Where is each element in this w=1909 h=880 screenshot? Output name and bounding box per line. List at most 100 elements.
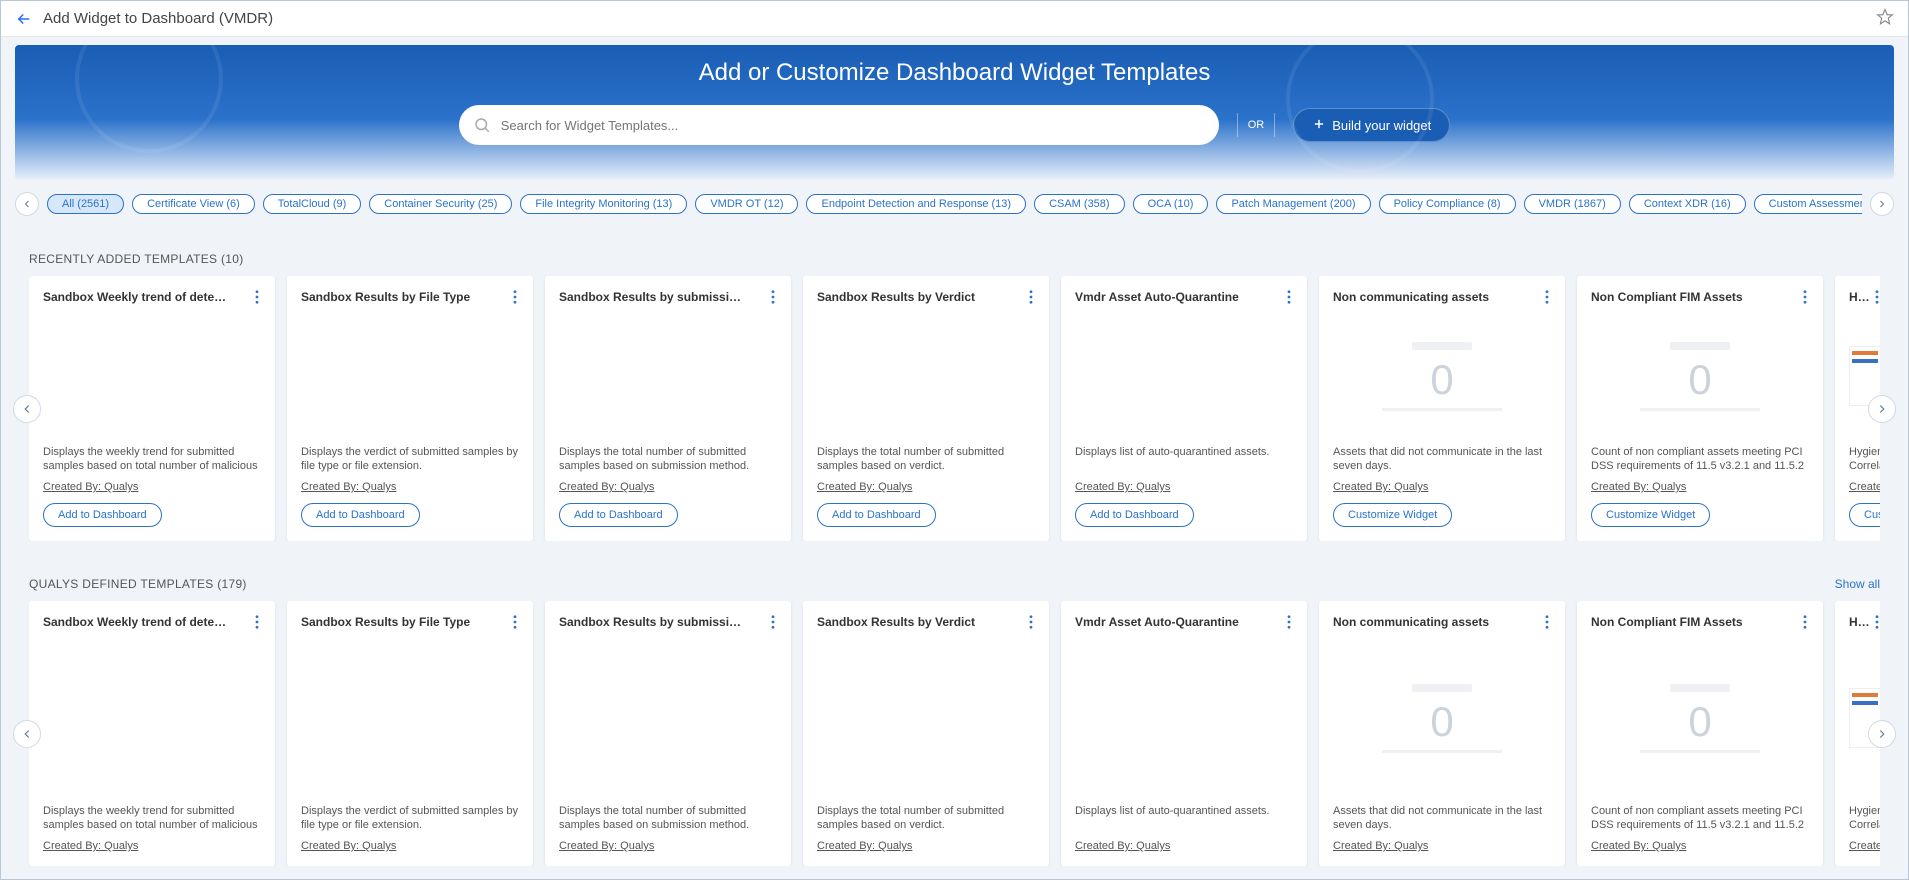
category-pill[interactable]: Policy Compliance (8) <box>1379 194 1516 214</box>
zero-preview: 0 <box>1382 684 1502 753</box>
carousel-next-button[interactable] <box>1868 395 1896 423</box>
more-icon[interactable] <box>1801 615 1809 632</box>
card-preview: 0 <box>1333 632 1551 804</box>
card-title: Sandbox Results by File Type <box>301 290 470 304</box>
template-card: Non Compliant FIM Assets0Count of non co… <box>1577 276 1823 541</box>
back-arrow-icon[interactable] <box>15 10 33 28</box>
card-created-by: Created By: Qualys <box>559 481 777 493</box>
template-card: Sandbox Results by Verdict Displays the t… <box>803 276 1049 541</box>
card-preview <box>1075 307 1293 445</box>
search-icon <box>473 116 491 137</box>
show-all-link[interactable]: Show all <box>1835 577 1880 591</box>
category-pill[interactable]: VMDR OT (12) <box>695 194 798 214</box>
card-preview <box>43 632 261 804</box>
more-icon[interactable] <box>1873 615 1880 632</box>
category-pill[interactable]: OCA (10) <box>1133 194 1209 214</box>
card-created-by: Created By: Qualys <box>43 481 261 493</box>
more-icon[interactable] <box>511 615 519 632</box>
more-icon[interactable] <box>1543 290 1551 307</box>
category-list: All (2561) Certificate View (6) TotalCloud… <box>47 194 1862 214</box>
carousel-next-button[interactable] <box>1868 720 1896 748</box>
section-title-recent: RECENTLY ADDED TEMPLATES (10) <box>29 252 244 266</box>
category-pill[interactable]: VMDR (1867) <box>1524 194 1621 214</box>
card-action-button[interactable]: Customize Widget <box>1591 503 1710 527</box>
build-widget-button[interactable]: Build your widget <box>1293 108 1450 142</box>
category-pill[interactable]: Context XDR (16) <box>1629 194 1746 214</box>
zero-preview: 0 <box>1640 342 1760 411</box>
card-created-by: Created By: Qualys <box>43 840 261 852</box>
card-preview <box>43 307 261 445</box>
card-description: Hygien Correla <box>1849 804 1880 832</box>
card-created-by: Created By: Qualys <box>1591 840 1809 852</box>
search-wrap <box>459 105 1219 145</box>
template-card: Sandbox Results by submissi…Displays the… <box>545 601 791 866</box>
top-bar: Add Widget to Dashboard (VMDR) <box>1 1 1908 37</box>
more-icon[interactable] <box>1027 615 1035 632</box>
card-preview <box>817 307 1035 445</box>
category-pill[interactable]: Patch Management (200) <box>1216 194 1370 214</box>
category-pill[interactable]: Custom Assessment and Remediation (7) <box>1754 194 1862 214</box>
recent-carousel: Sandbox Weekly trend of dete…Displays th… <box>29 276 1880 541</box>
category-pill[interactable]: Container Security (25) <box>369 194 512 214</box>
category-pill[interactable]: Endpoint Detection and Response (13) <box>806 194 1026 214</box>
card-action-button[interactable]: Customize Widget <box>1333 503 1452 527</box>
carousel-prev-button[interactable] <box>13 720 41 748</box>
banner-title: Add or Customize Dashboard Widget Templa… <box>699 59 1211 87</box>
carousel-prev-button[interactable] <box>13 395 41 423</box>
template-card: Sandbox Results by File TypeDisplays the… <box>287 601 533 866</box>
card-preview <box>301 632 519 804</box>
card-created-by: Createc <box>1849 481 1880 493</box>
card-action-button[interactable]: Add to Dashboard <box>817 503 936 527</box>
category-pill[interactable]: Certificate View (6) <box>132 194 255 214</box>
more-icon[interactable] <box>511 290 519 307</box>
card-created-by: Created By: Qualys <box>817 481 1035 493</box>
page-title: Add Widget to Dashboard (VMDR) <box>43 10 273 27</box>
card-title: Non Compliant FIM Assets <box>1591 290 1743 304</box>
card-title: Sandbox Results by submissi… <box>559 290 741 304</box>
category-scroll-right-button[interactable] <box>1870 192 1894 216</box>
card-description: Displays the total number of submitted s… <box>817 445 1035 473</box>
card-title: Sandbox Results by submissi… <box>559 615 741 629</box>
category-pill[interactable]: File Integrity Monitoring (13) <box>520 194 687 214</box>
more-icon[interactable] <box>1027 290 1035 307</box>
card-description: Assets that did not communicate in the l… <box>1333 445 1551 473</box>
card-description: Displays the verdict of submitted sample… <box>301 804 519 832</box>
card-description: Displays list of auto-quarantined assets… <box>1075 804 1293 832</box>
more-icon[interactable] <box>253 615 261 632</box>
more-icon[interactable] <box>253 290 261 307</box>
more-icon[interactable] <box>769 290 777 307</box>
card-title: Sandbox Results by Verdict <box>817 290 975 304</box>
favorite-star-icon[interactable] <box>1876 8 1894 29</box>
more-icon[interactable] <box>1801 290 1809 307</box>
search-input[interactable] <box>459 105 1219 145</box>
card-action-button[interactable]: Add to Dashboard <box>559 503 678 527</box>
card-title: Hygie <box>1849 290 1873 304</box>
template-card: Sandbox Weekly trend of dete…Displays th… <box>29 276 275 541</box>
card-created-by: Created By: Qualys <box>301 481 519 493</box>
category-scroll-left-button[interactable] <box>15 192 39 216</box>
card-description: Displays the weekly trend for submitted … <box>43 804 261 832</box>
card-created-by: Created By: Qualys <box>301 840 519 852</box>
card-preview: 0 <box>1591 632 1809 804</box>
card-action-button[interactable]: Cust <box>1849 503 1880 527</box>
card-description: Displays the verdict of submitted sample… <box>301 445 519 473</box>
more-icon[interactable] <box>1543 615 1551 632</box>
more-icon[interactable] <box>769 615 777 632</box>
more-icon[interactable] <box>1873 290 1880 307</box>
template-card: Sandbox Weekly trend of dete…Displays th… <box>29 601 275 866</box>
card-action-button[interactable]: Add to Dashboard <box>43 503 162 527</box>
section-recent: RECENTLY ADDED TEMPLATES (10) Sandbox We… <box>29 252 1880 541</box>
template-card: Non Compliant FIM Assets0Count of non co… <box>1577 601 1823 866</box>
more-icon[interactable] <box>1285 290 1293 307</box>
card-action-button[interactable]: Add to Dashboard <box>301 503 420 527</box>
card-title: Non communicating assets <box>1333 615 1489 629</box>
card-created-by: Createc <box>1849 840 1880 852</box>
card-description: Displays list of auto-quarantined assets… <box>1075 445 1293 473</box>
category-pill[interactable]: CSAM (358) <box>1034 194 1125 214</box>
category-pill[interactable]: TotalCloud (9) <box>263 194 361 214</box>
card-preview: 0 <box>1591 307 1809 445</box>
card-preview <box>559 307 777 445</box>
category-pill[interactable]: All (2561) <box>47 194 124 214</box>
card-action-button[interactable]: Add to Dashboard <box>1075 503 1194 527</box>
more-icon[interactable] <box>1285 615 1293 632</box>
